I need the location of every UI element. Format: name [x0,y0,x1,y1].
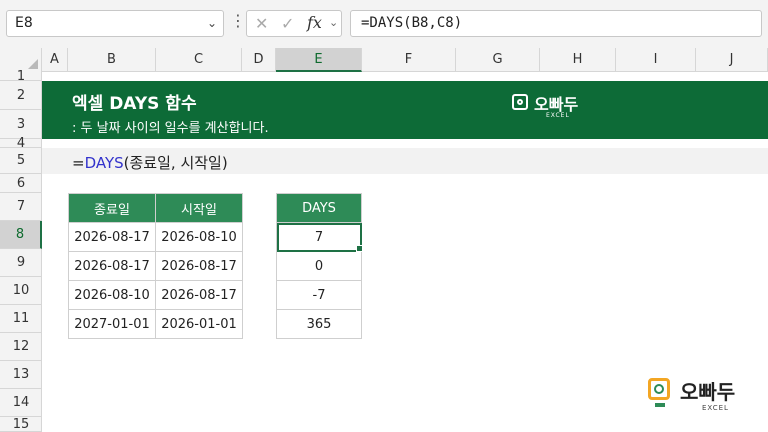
syntax-equals: = [72,154,85,172]
header-start-date[interactable]: 시작일 [155,193,243,223]
table-row: 365 [276,309,362,339]
cell-b11[interactable]: 2027-01-01 [68,309,156,339]
column-headers: A B C D E F G H I J [0,48,768,72]
table-row: 2026-08-17 2026-08-17 [68,251,243,281]
formula-controls: ✕ ✓ fx ⌄ [246,10,342,37]
page-subtitle: : 두 날짜 사이의 일수를 계산합니다. [72,121,269,136]
row-header-1[interactable]: 1 [0,69,42,84]
corner-logo-text: 오빠두 [680,380,736,404]
table-row: 0 [276,251,362,281]
table-row: 2026-08-17 2026-08-10 [68,222,243,252]
cell-c10[interactable]: 2026-08-17 [155,280,243,310]
formula-bar: E8 ⌄ ⋮ ✕ ✓ fx ⌄ =DAYS(B8,C8) [0,0,768,48]
row-header-11[interactable]: 11 [0,305,42,333]
cell-e11[interactable]: 365 [276,309,362,339]
syntax-row: =DAYS(종료일, 시작일) [42,148,768,174]
logo-subtext: EXCEL [546,112,570,119]
brand-icon [648,378,670,407]
row-header-7[interactable]: 7 [0,193,42,221]
cancel-icon[interactable]: ✕ [255,14,268,33]
page-title: 엑셀 DAYS 함수 [72,94,197,114]
row-header-9[interactable]: 9 [0,249,42,277]
cell-e9[interactable]: 0 [276,251,362,281]
result-table: DAYS 7 0 -7 365 [276,193,362,339]
table-row: -7 [276,280,362,310]
row-header-13[interactable]: 13 [0,361,42,389]
cell-e8[interactable]: 7 [276,222,362,252]
row-headers: 1 2 3 4 5 6 7 8 9 10 11 12 13 14 15 [0,69,42,432]
column-header-j[interactable]: J [696,48,768,72]
row-header-4[interactable]: 4 [0,136,42,151]
row-header-6[interactable]: 6 [0,174,42,193]
column-header-g[interactable]: G [456,48,540,72]
row-header-14[interactable]: 14 [0,389,42,417]
cell-c9[interactable]: 2026-08-17 [155,251,243,281]
table-row: 7 [276,222,362,252]
cell-b8[interactable]: 2026-08-17 [68,222,156,252]
name-box[interactable]: E8 ⌄ [6,10,224,37]
row-header-15[interactable]: 15 [0,417,42,432]
column-header-b[interactable]: B [68,48,156,72]
cell-c8[interactable]: 2026-08-10 [155,222,243,252]
column-header-i[interactable]: I [616,48,696,72]
syntax-function-name: DAYS [84,154,124,172]
column-header-c[interactable]: C [156,48,242,72]
name-box-value: E8 [15,15,33,31]
formula-input[interactable]: =DAYS(B8,C8) [350,10,762,37]
fill-handle[interactable] [356,245,363,252]
syntax-arguments: (종료일, 시작일) [123,154,228,172]
header-days[interactable]: DAYS [276,193,362,223]
column-header-e[interactable]: E [276,48,362,72]
column-header-a[interactable]: A [42,48,68,72]
formula-text: =DAYS(B8,C8) [361,15,463,31]
insert-function-icon[interactable]: fx [307,13,322,32]
chevron-down-icon[interactable]: ⌄ [207,16,217,30]
confirm-icon[interactable]: ✓ [281,14,294,33]
chevron-down-icon[interactable]: ⌄ [329,16,338,29]
column-header-d[interactable]: D [242,48,276,72]
header-end-date[interactable]: 종료일 [68,193,156,223]
cell-b9[interactable]: 2026-08-17 [68,251,156,281]
row-header-5[interactable]: 5 [0,148,42,174]
cell-b10[interactable]: 2026-08-10 [68,280,156,310]
logo-icon [512,94,528,110]
date-table: 종료일 시작일 2026-08-17 2026-08-10 2026-08-17… [68,193,243,339]
more-options-icon[interactable]: ⋮ [230,11,246,30]
row-header-10[interactable]: 10 [0,277,42,305]
column-header-f[interactable]: F [362,48,456,72]
function-syntax: =DAYS(종료일, 시작일) [72,152,228,173]
cell-e10[interactable]: -7 [276,280,362,310]
cell-c11[interactable]: 2026-01-01 [155,309,243,339]
result-header-row: DAYS [276,193,362,223]
title-banner: 엑셀 DAYS 함수 : 두 날짜 사이의 일수를 계산합니다. 오빠두 EXC… [42,81,768,139]
row-header-8[interactable]: 8 [0,221,42,249]
table-header-row: 종료일 시작일 [68,193,243,223]
column-header-h[interactable]: H [540,48,616,72]
table-row: 2026-08-10 2026-08-17 [68,280,243,310]
corner-logo-subtext: EXCEL [702,404,729,412]
row-header-12[interactable]: 12 [0,333,42,361]
row-header-2[interactable]: 2 [0,81,42,110]
table-row: 2027-01-01 2026-01-01 [68,309,243,339]
corner-brand-logo: 오빠두 EXCEL [648,376,758,416]
